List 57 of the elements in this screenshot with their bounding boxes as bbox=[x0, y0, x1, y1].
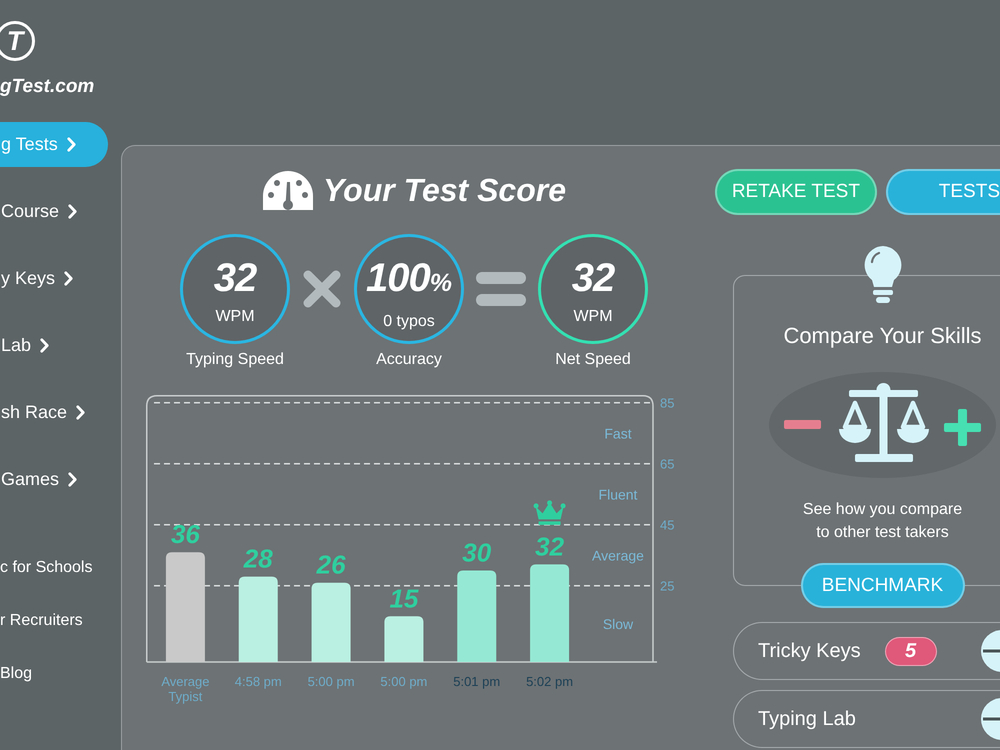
score-value: 32 bbox=[214, 256, 256, 300]
score-label: Net Speed bbox=[555, 351, 631, 369]
score-title: Your Test Score bbox=[322, 171, 566, 210]
bar-value-label: 36 bbox=[170, 519, 200, 550]
logo-text: gTest.com bbox=[0, 75, 94, 99]
axis-tick-label: 25 bbox=[660, 578, 674, 594]
score-value: 100% bbox=[366, 256, 452, 302]
sidebar-item[interactable]: sh Race bbox=[0, 390, 86, 435]
axis-category-label: 5:01 pm bbox=[452, 674, 502, 691]
axis-tick-label: 45 bbox=[660, 517, 674, 532]
card-title: Compare Your Skills bbox=[783, 323, 982, 349]
axis-category-label: Average Typist bbox=[160, 674, 210, 704]
axis-tick-label: 65 bbox=[660, 456, 674, 472]
axis-category-label: 5:00 pm bbox=[306, 674, 356, 691]
sidebar-item[interactable]: Course bbox=[0, 189, 78, 234]
bar-value-label: 32 bbox=[535, 531, 564, 562]
zone-label: Fluent bbox=[598, 486, 638, 502]
sidebar-item[interactable]: Lab bbox=[0, 323, 50, 368]
bar-value-label: 15 bbox=[389, 583, 418, 614]
row-label: Typing Lab bbox=[758, 708, 856, 730]
sidebar-link[interactable]: Blog bbox=[0, 662, 32, 686]
axis-tick-label: 85 bbox=[660, 395, 674, 410]
logo-mark: T bbox=[0, 20, 36, 62]
equals-icon bbox=[476, 272, 526, 306]
bar-value-label: 26 bbox=[316, 550, 346, 580]
zone-label: Average bbox=[592, 547, 644, 564]
count-badge: 5 bbox=[884, 636, 937, 666]
shortcut-row[interactable]: Tricky Keys 5 bbox=[733, 622, 1000, 680]
score-unit: WPM bbox=[573, 308, 613, 326]
score-label: Typing Speed bbox=[186, 351, 284, 369]
chevron-icon bbox=[68, 204, 78, 219]
multiply-icon bbox=[302, 269, 342, 309]
lightbulb-icon bbox=[862, 245, 902, 303]
zone-label: Fast bbox=[604, 425, 632, 442]
bar-value-label: 28 bbox=[244, 544, 273, 574]
sidebar-link[interactable]: c for Schools bbox=[0, 556, 92, 580]
axis-category-label: 4:58 pm bbox=[234, 674, 283, 691]
score-label: Accuracy bbox=[376, 351, 442, 369]
chevron-icon bbox=[66, 137, 76, 152]
shortcut-row[interactable]: Typing Lab bbox=[733, 690, 1000, 748]
chevron-icon bbox=[64, 271, 74, 286]
zone-label: Slow bbox=[602, 616, 634, 632]
sidebar-item[interactable]: Games bbox=[0, 457, 78, 502]
chevron-icon bbox=[68, 472, 78, 487]
axis-category-label: 5:02 pm bbox=[525, 674, 574, 691]
card-description: See how you compare to other test takers bbox=[802, 500, 964, 543]
axis-category-label: 5:00 pm bbox=[379, 674, 428, 691]
score-unit: WPM bbox=[215, 308, 255, 326]
chevron-icon bbox=[40, 338, 50, 353]
row-label: Tricky Keys bbox=[758, 640, 861, 662]
chevron-icon bbox=[76, 405, 86, 420]
score-value: 32 bbox=[572, 256, 614, 300]
sidebar-item[interactable]: y Keys bbox=[0, 256, 74, 301]
score-unit: 0 typos bbox=[383, 313, 435, 331]
speedometer-icon bbox=[262, 170, 314, 210]
bar-value-label: 30 bbox=[462, 538, 492, 568]
sidebar-link[interactable]: r Recruiters bbox=[0, 609, 83, 633]
